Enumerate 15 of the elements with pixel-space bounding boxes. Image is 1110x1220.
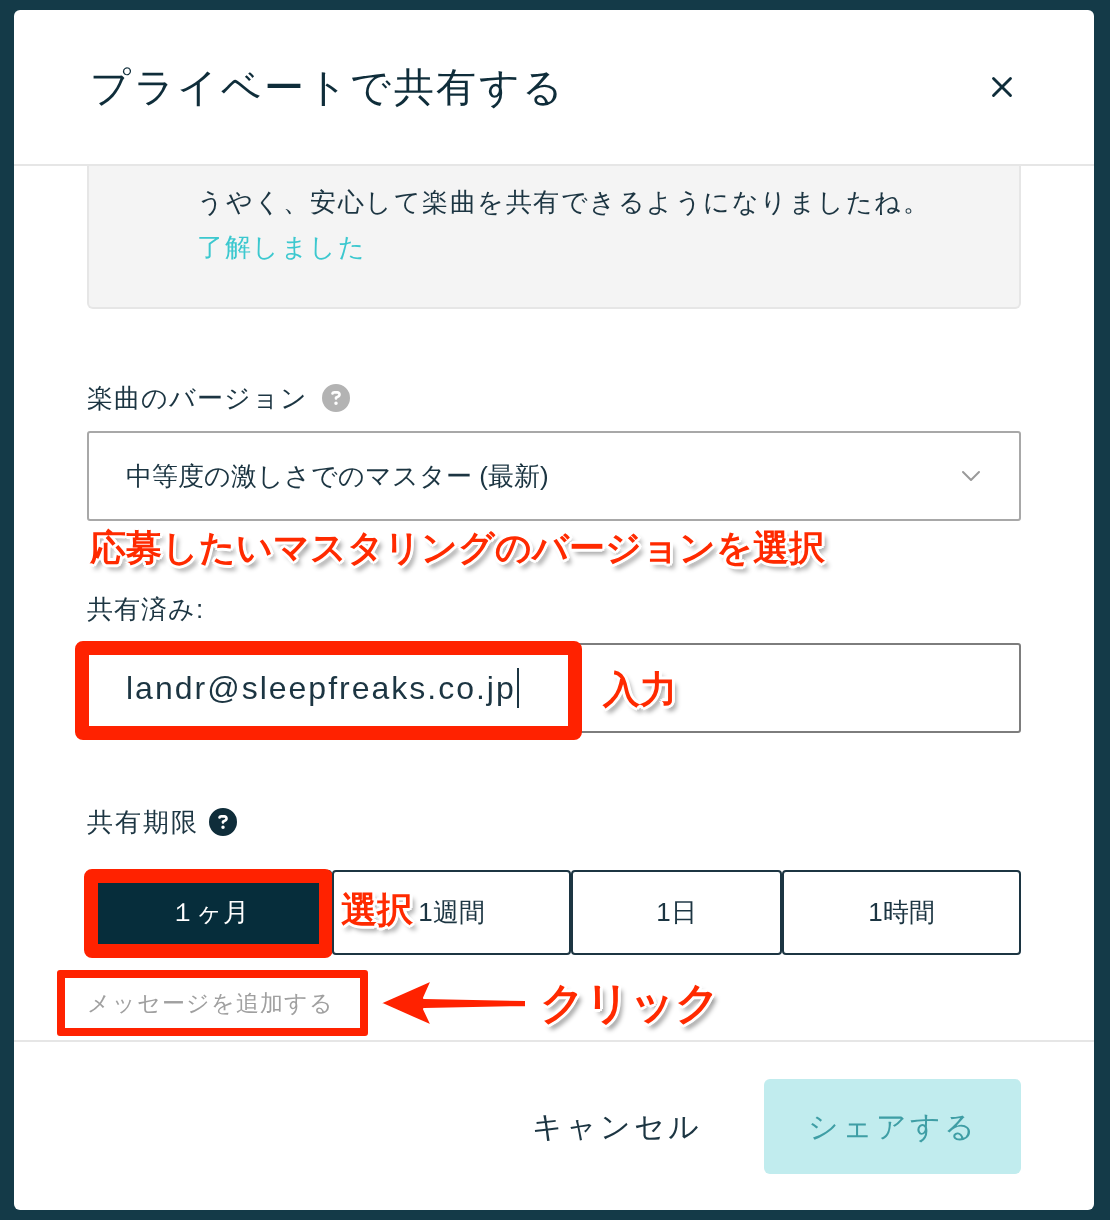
help-icon[interactable] xyxy=(209,808,237,836)
callout-text: 入力 xyxy=(603,668,677,712)
callout-text: 応募したいマスタリングのバージョンを選択 xyxy=(90,526,825,570)
expiry-option[interactable]: 1日 xyxy=(571,870,782,955)
version-select[interactable]: 中等度の激しさでのマスター (最新) xyxy=(87,431,1021,521)
dialog-title: プライベートで共有する xyxy=(90,64,566,111)
text-cursor-icon xyxy=(516,668,519,708)
expiry-label: 共有期限 xyxy=(87,806,199,839)
version-label: 楽曲のバージョン xyxy=(87,382,308,415)
notice-text: うやく、安心して楽曲を共有できるようになりましたね。 了解しました xyxy=(197,186,931,264)
cancel-button[interactable]: キャンセル xyxy=(500,1078,734,1174)
callout-text: クリック xyxy=(540,977,720,1029)
shared-with-label: 共有済み: xyxy=(87,593,205,626)
callout-text: 選択 xyxy=(341,888,413,932)
expiry-option[interactable]: 1時間 xyxy=(782,870,1021,955)
